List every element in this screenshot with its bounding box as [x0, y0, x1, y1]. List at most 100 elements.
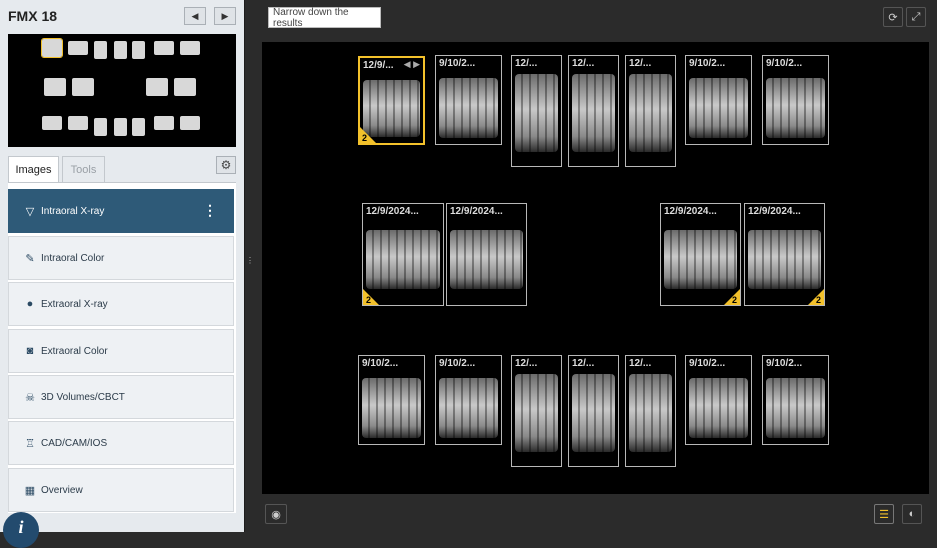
more-options-icon[interactable]: ⋮	[203, 202, 217, 219]
xray-card[interactable]: 12/9/2024...	[446, 203, 527, 306]
previous-series-button[interactable]: ◀	[184, 7, 206, 25]
filter-input[interactable]: Narrow down the results	[268, 7, 381, 29]
category-label: CAD/CAM/IOS	[41, 437, 108, 449]
eye-icon: ◉	[271, 508, 281, 521]
card-date: 9/10/2...	[689, 58, 726, 69]
refresh-icon: ⟳	[888, 11, 898, 24]
card-date: 12/9/...	[363, 60, 394, 71]
xray-card[interactable]: 9/10/2...	[762, 55, 829, 145]
category-overview[interactable]: ▦ Overview	[8, 468, 234, 512]
sliders-icon: ☰	[879, 508, 889, 521]
refresh-button[interactable]: ⟳	[883, 7, 903, 27]
info-icon[interactable]: i	[3, 512, 39, 548]
xray-card[interactable]: 9/10/2...	[762, 355, 829, 445]
category-intraoral-xray[interactable]: ▽ Intraoral X-ray ⋮	[8, 189, 234, 233]
count-badge-number: 2	[366, 295, 372, 305]
fmx-overview-thumbnail[interactable]	[8, 34, 236, 147]
xray-image	[362, 378, 421, 438]
chevron-right-icon: ▶	[221, 10, 229, 21]
xray-card[interactable]: 12/...	[625, 55, 676, 167]
mini-xray[interactable]	[94, 41, 107, 59]
card-date: 9/10/2...	[766, 358, 803, 369]
mini-xray[interactable]	[180, 116, 200, 130]
category-label: Extraoral Color	[41, 345, 108, 357]
xray-image	[689, 78, 748, 138]
contrast-button[interactable]: ◐	[902, 504, 922, 524]
mini-xray[interactable]	[41, 38, 63, 58]
xray-card[interactable]: 9/10/2...	[435, 55, 502, 145]
settings-button[interactable]: ⚙	[216, 156, 236, 174]
xray-image	[629, 74, 672, 152]
category-extraoral-xray[interactable]: ● Extraoral X-ray	[8, 282, 234, 326]
xray-card[interactable]: 12/...	[568, 355, 619, 467]
mini-xray[interactable]	[68, 41, 88, 55]
xray-card[interactable]: 12/9/2024... 2	[660, 203, 741, 306]
card-date: 12/9/2024...	[366, 206, 419, 217]
count-badge-number: 2	[362, 133, 368, 143]
card-date: 12/9/2024...	[664, 206, 717, 217]
card-date: 12/...	[515, 358, 538, 369]
mini-xray[interactable]	[132, 118, 145, 136]
xray-card[interactable]: 9/10/2...	[685, 55, 752, 145]
xray-card[interactable]: 12/9/2024... 2	[362, 203, 444, 306]
person-icon: ●	[26, 298, 34, 310]
mini-xray[interactable]	[72, 78, 94, 96]
xray-image	[766, 78, 825, 138]
xray-image	[572, 74, 615, 152]
expand-icon: ⤢	[911, 10, 921, 23]
category-intraoral-color[interactable]: ✎ Intraoral Color	[8, 236, 234, 280]
xray-image	[439, 78, 498, 138]
xray-card[interactable]: 12/...	[511, 355, 562, 467]
mini-xray[interactable]	[154, 116, 174, 130]
card-nav-arrows-icon[interactable]: ◀ ▶	[404, 59, 420, 70]
mini-xray[interactable]	[132, 41, 145, 59]
category-3d-volumes-cbct[interactable]: ☠ 3D Volumes/CBCT	[8, 375, 234, 419]
xray-card[interactable]: 12/...	[511, 55, 562, 167]
mini-xray[interactable]	[94, 118, 107, 136]
category-label: Intraoral X-ray	[41, 205, 105, 217]
fullscreen-button[interactable]: ⤢	[906, 7, 926, 27]
adjustments-button[interactable]: ☰	[874, 504, 894, 524]
skull-icon: ☠	[25, 391, 35, 404]
card-date: 9/10/2...	[439, 358, 476, 369]
mini-xray[interactable]	[42, 116, 62, 130]
xray-image	[515, 74, 558, 152]
xray-card[interactable]: 9/10/2...	[358, 355, 425, 445]
tooth-outline-icon: ♖	[25, 437, 35, 450]
xray-card[interactable]: 9/10/2...	[685, 355, 752, 445]
category-label: Extraoral X-ray	[41, 298, 108, 310]
mini-xray[interactable]	[180, 41, 200, 55]
xray-card[interactable]: 12/9/2024... 2	[744, 203, 825, 306]
xray-card[interactable]: 12/...	[625, 355, 676, 467]
camera-icon: ◙	[26, 345, 34, 357]
chevron-left-icon: ◀	[191, 10, 199, 21]
tab-tools[interactable]: Tools	[62, 156, 105, 182]
xray-image	[366, 230, 440, 289]
mini-xray[interactable]	[44, 78, 66, 96]
xray-image	[572, 374, 615, 452]
xray-card[interactable]: 12/9/... ◀ ▶ 2	[358, 56, 425, 145]
mini-xray[interactable]	[174, 78, 196, 96]
category-cad-cam-ios[interactable]: ♖ CAD/CAM/IOS	[8, 421, 234, 465]
xray-image	[629, 374, 672, 452]
card-date: 12/9/2024...	[450, 206, 503, 217]
mini-xray[interactable]	[114, 118, 127, 136]
tooth-icon: ▽	[25, 205, 35, 218]
xray-card[interactable]: 9/10/2...	[435, 355, 502, 445]
grid-icon: ▦	[24, 484, 36, 497]
xray-image	[439, 378, 498, 438]
card-date: 12/...	[629, 358, 652, 369]
mini-xray[interactable]	[154, 41, 174, 55]
mini-xray[interactable]	[114, 41, 127, 59]
next-series-button[interactable]: ▶	[214, 7, 236, 25]
category-extraoral-color[interactable]: ◙ Extraoral Color	[8, 329, 234, 373]
mini-xray[interactable]	[146, 78, 168, 96]
visibility-button[interactable]: ◉	[265, 504, 287, 524]
mini-xray[interactable]	[68, 116, 88, 130]
card-date: 12/...	[572, 358, 595, 369]
tab-images[interactable]: Images	[8, 156, 59, 182]
card-date: 12/...	[629, 58, 652, 69]
panel-splitter[interactable]: ⋮	[245, 0, 254, 532]
xray-card[interactable]: 12/...	[568, 55, 619, 167]
drag-handle-icon: ⋮	[246, 256, 254, 265]
